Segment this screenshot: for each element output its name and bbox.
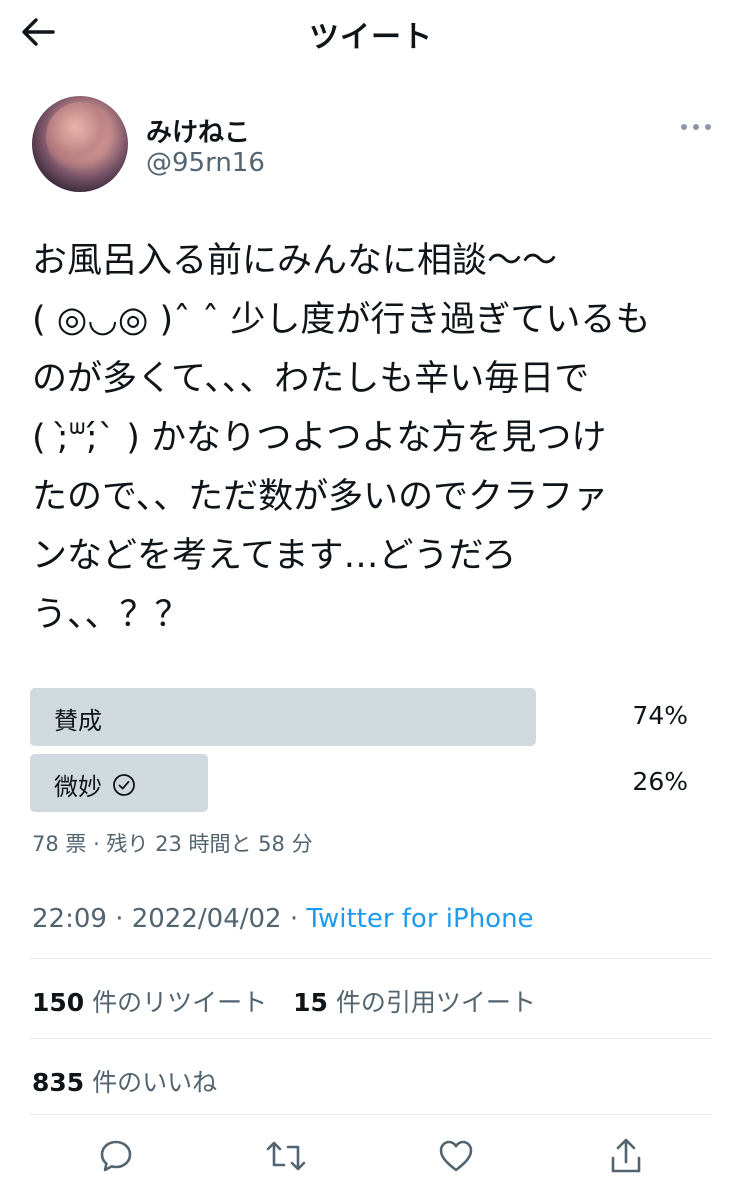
retweets-count: 150 [32,988,85,1017]
likes-label: 件のいいね [92,1068,218,1097]
more-icon [681,124,711,130]
retweets-link[interactable]: 150 件のリツイート [32,988,267,1017]
check-circle-icon [113,773,135,796]
header: ツイート [0,0,742,62]
tweet-text: お風呂入る前にみんなに相談〜〜 ( ◎◡◎ )ˆ ˆ 少し度が行き過ぎているも … [32,241,651,635]
quotes-count: 15 [293,988,328,1017]
quotes-link[interactable]: 15 件の引用ツイート [293,988,536,1017]
avatar[interactable] [32,96,128,192]
poll: 賛成 74% 微妙 26% [30,688,712,820]
retweets-label: 件のリツイート [92,988,268,1017]
divider [30,1114,712,1115]
reply-button[interactable] [92,1132,140,1180]
timestamp: 22:09 · 2022/04/02 · Twitter for iPhone [32,904,534,934]
divider [30,958,712,959]
share-icon [611,1138,641,1173]
retweet-icon [266,1141,306,1171]
poll-meta: 78 票 · 残り 23 時間と 58 分 [32,832,313,856]
author-handle[interactable]: @95rn16 [146,148,265,178]
retweet-button[interactable] [262,1132,310,1180]
timestamp-time: 22:09 · 2022/04/02 · [32,904,307,934]
author-name[interactable]: みけねこ [146,112,250,149]
reply-icon [100,1140,132,1172]
source-link[interactable]: Twitter for iPhone [306,904,533,934]
share-button[interactable] [602,1132,650,1180]
like-icon [439,1140,473,1172]
poll-option: 微妙 26% [30,754,712,812]
poll-option: 賛成 74% [30,688,712,746]
divider [30,1038,712,1039]
likes-count: 835 [32,1068,85,1097]
poll-option-label: 微妙 [54,773,102,801]
poll-option-percent: 74% [632,701,688,730]
like-stats[interactable]: 835 件のいいね [32,1063,217,1099]
poll-bar [30,688,536,746]
quotes-label: 件の引用ツイート [335,988,536,1017]
more-options-button[interactable] [676,112,716,142]
action-bar [30,1124,712,1188]
like-button[interactable] [432,1132,480,1180]
retweet-stats: 150 件のリツイート 15 件の引用ツイート [32,983,554,1019]
poll-option-percent: 26% [632,767,688,796]
poll-option-label: 賛成 [54,707,102,735]
page-title: ツイート [309,20,433,55]
